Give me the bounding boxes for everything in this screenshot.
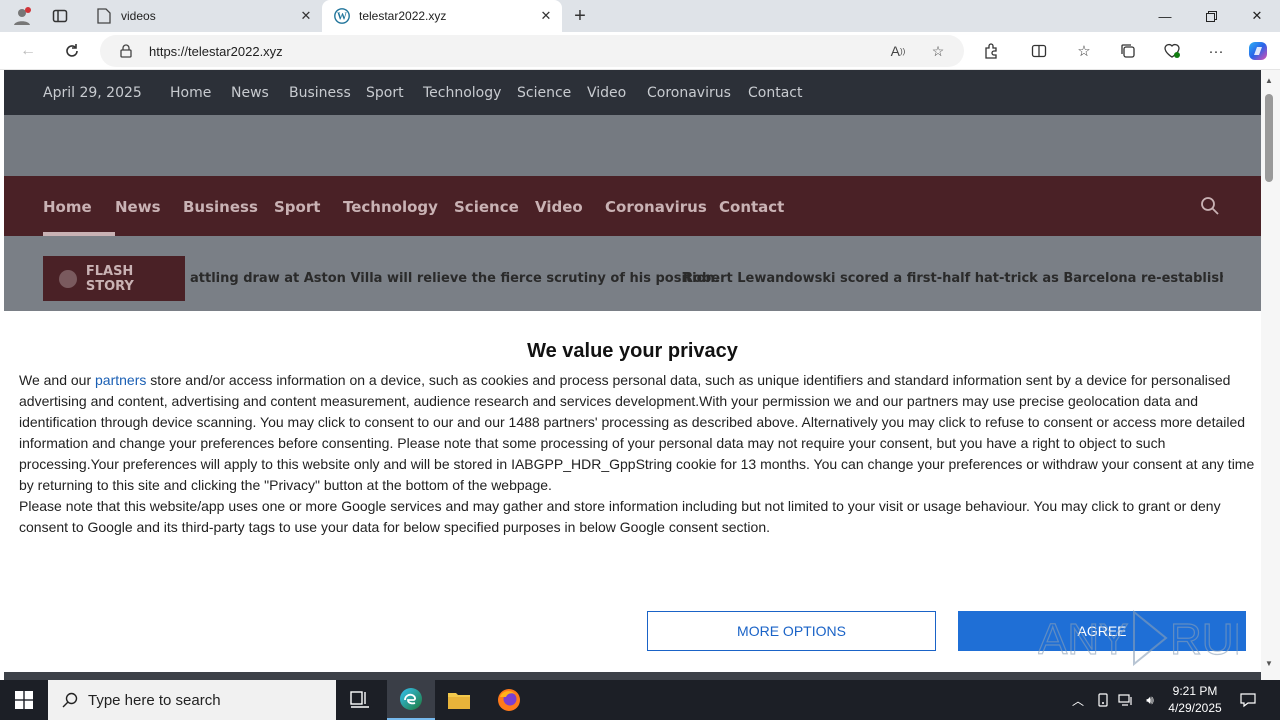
top-nav-home[interactable]: Home bbox=[170, 85, 211, 101]
news-ticker: FLASH STORY attling draw at Aston Villa … bbox=[4, 236, 1261, 312]
page-icon bbox=[96, 8, 112, 24]
top-nav-science[interactable]: Science bbox=[517, 85, 571, 101]
tab-title: telestar2022.xyz bbox=[359, 9, 447, 23]
consent-body: We and our partners store and/or access … bbox=[19, 370, 1259, 538]
scroll-down-icon[interactable]: ▼ bbox=[1265, 659, 1273, 668]
site-main-nav: Home News Business Sport Technology Scie… bbox=[4, 176, 1261, 236]
favorite-star-icon[interactable]: ☆ bbox=[926, 39, 950, 63]
task-view-icon[interactable] bbox=[336, 680, 384, 720]
clock-time: 9:21 PM bbox=[1172, 684, 1218, 698]
main-nav-business[interactable]: Business bbox=[183, 198, 258, 216]
close-window-icon[interactable]: ✕ bbox=[1234, 0, 1280, 32]
volume-icon[interactable]: 🔊︎ bbox=[1140, 690, 1160, 710]
favorites-icon[interactable]: ☆ bbox=[1072, 39, 1096, 63]
top-nav-contact[interactable]: Contact bbox=[748, 85, 802, 101]
tray-device-icon[interactable] bbox=[1093, 690, 1113, 710]
ticker-headline[interactable]: Robert Lewandowski scored a first-half h… bbox=[683, 271, 1223, 286]
vertical-scrollbar[interactable]: ▲ ▼ bbox=[1261, 70, 1280, 680]
clock-date: 4/29/2025 bbox=[1168, 701, 1222, 715]
search-icon[interactable] bbox=[1200, 196, 1220, 216]
main-nav-contact[interactable]: Contact bbox=[719, 198, 784, 216]
site-date: April 29, 2025 bbox=[43, 85, 142, 101]
svg-text:ANY: ANY bbox=[1038, 615, 1128, 664]
windows-taskbar: Type here to search ︿ 🔊︎ 9:21 PM 4/29/20… bbox=[0, 680, 1280, 720]
page-bottom-edge bbox=[4, 672, 1261, 680]
main-nav-video[interactable]: Video bbox=[535, 198, 583, 216]
main-nav-technology[interactable]: Technology bbox=[343, 198, 438, 216]
main-nav-news[interactable]: News bbox=[115, 198, 161, 216]
partners-link[interactable]: partners bbox=[95, 372, 146, 388]
taskbar-search-placeholder: Type here to search bbox=[88, 691, 221, 709]
top-nav-news[interactable]: News bbox=[231, 85, 269, 101]
flash-dot-icon bbox=[59, 269, 77, 288]
main-nav-sport[interactable]: Sport bbox=[274, 198, 320, 216]
svg-text:W: W bbox=[337, 12, 347, 23]
more-menu-icon[interactable]: ··· bbox=[1204, 39, 1228, 63]
main-nav-home[interactable]: Home bbox=[43, 198, 92, 216]
top-nav-technology[interactable]: Technology bbox=[423, 85, 501, 101]
url-text[interactable]: https://telestar2022.xyz bbox=[149, 44, 283, 59]
read-aloud-icon[interactable]: A)) bbox=[886, 39, 910, 63]
collections-icon[interactable] bbox=[1116, 39, 1140, 63]
site-top-bar: April 29, 2025 Home News Business Sport … bbox=[4, 70, 1261, 115]
new-tab-icon[interactable]: + bbox=[568, 4, 592, 28]
tab-title: videos bbox=[121, 9, 156, 23]
back-icon[interactable]: ← bbox=[14, 38, 42, 64]
firefox-icon[interactable] bbox=[485, 680, 533, 720]
refresh-icon[interactable] bbox=[58, 38, 86, 64]
flash-story-badge: FLASH STORY bbox=[43, 256, 185, 301]
minimize-icon[interactable]: — bbox=[1142, 0, 1188, 32]
wordpress-icon: W bbox=[334, 8, 350, 24]
tray-chevron-icon[interactable]: ︿ bbox=[1068, 690, 1088, 710]
browser-toolbar: ← https://telestar2022.xyz A)) ☆ ☆ ··· bbox=[0, 32, 1280, 70]
address-bar[interactable]: https://telestar2022.xyz A)) ☆ bbox=[100, 35, 964, 67]
browser-tab-strip: videos ✕ W telestar2022.xyz ✕ + — ✕ bbox=[0, 0, 1280, 32]
notifications-icon[interactable] bbox=[1238, 690, 1258, 710]
consent-paragraph: We and our partners store and/or access … bbox=[19, 370, 1259, 496]
tab-telestar[interactable]: W telestar2022.xyz ✕ bbox=[322, 0, 562, 32]
consent-intro-text: store and/or access information on a dev… bbox=[19, 372, 1255, 493]
flash-story-label: FLASH STORY bbox=[85, 263, 134, 294]
tab-actions-icon[interactable] bbox=[48, 4, 72, 28]
restore-icon[interactable] bbox=[1188, 0, 1234, 32]
close-tab-icon[interactable]: ✕ bbox=[296, 6, 316, 26]
site-banner bbox=[4, 115, 1261, 176]
taskbar-clock[interactable]: 9:21 PM 4/29/2025 bbox=[1160, 683, 1230, 717]
more-options-button[interactable]: MORE OPTIONS bbox=[647, 611, 936, 651]
ticker-headline[interactable]: attling draw at Aston Villa will relieve… bbox=[190, 271, 720, 286]
browser-essentials-icon[interactable] bbox=[1160, 39, 1184, 63]
taskbar-search-box[interactable]: Type here to search bbox=[48, 680, 336, 720]
tab-videos[interactable]: videos ✕ bbox=[84, 0, 322, 32]
google-consent-note: Please note that this website/app uses o… bbox=[19, 498, 1221, 535]
profile-icon[interactable] bbox=[10, 4, 34, 28]
edge-taskbar-icon[interactable] bbox=[387, 680, 435, 720]
close-tab-icon[interactable]: ✕ bbox=[536, 6, 556, 26]
file-explorer-icon[interactable] bbox=[435, 680, 483, 720]
scroll-up-icon[interactable]: ▲ bbox=[1265, 76, 1273, 85]
copilot-icon[interactable] bbox=[1246, 39, 1270, 63]
main-nav-coronavirus[interactable]: Coronavirus bbox=[605, 198, 707, 216]
network-icon[interactable] bbox=[1116, 690, 1136, 710]
consent-title: We value your privacy bbox=[527, 340, 738, 362]
lock-icon[interactable] bbox=[114, 39, 138, 63]
top-nav-business[interactable]: Business bbox=[289, 85, 351, 101]
search-icon bbox=[62, 692, 78, 708]
split-screen-icon[interactable] bbox=[1027, 39, 1051, 63]
scrollbar-thumb[interactable] bbox=[1265, 94, 1273, 182]
top-nav-sport[interactable]: Sport bbox=[366, 85, 404, 101]
main-nav-science[interactable]: Science bbox=[454, 198, 519, 216]
top-nav-video[interactable]: Video bbox=[587, 85, 626, 101]
top-nav-coronavirus[interactable]: Coronavirus bbox=[647, 85, 731, 101]
consent-intro-prefix: We and our bbox=[19, 372, 96, 388]
windows-start-icon[interactable] bbox=[0, 680, 48, 720]
extensions-icon[interactable] bbox=[979, 39, 1003, 63]
anyrun-watermark-logo: ANY RUN bbox=[1037, 606, 1266, 670]
svg-text:RUN: RUN bbox=[1170, 615, 1238, 664]
